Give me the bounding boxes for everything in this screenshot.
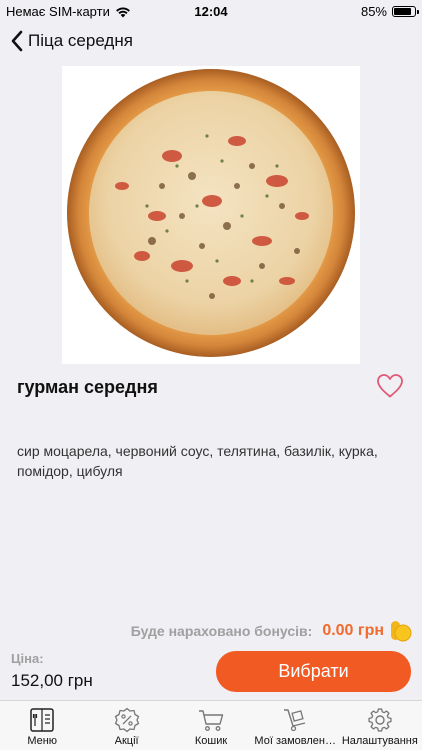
tab-promotions-label: Акції: [114, 735, 139, 747]
tab-orders-label: Мої замовлення: [254, 735, 337, 747]
tab-orders[interactable]: Мої замовлення: [253, 701, 337, 750]
cart-icon: [199, 710, 224, 731]
back-title: Піца середня: [28, 31, 133, 50]
bonus-row: Буде нараховано бонусів: 0.00 грн: [131, 620, 412, 642]
tab-cart-label: Кошик: [194, 735, 228, 747]
heart-icon: [377, 374, 403, 398]
product-title: гурман середня: [17, 377, 158, 397]
battery-fill: [394, 8, 411, 15]
battery-cap: [417, 10, 419, 14]
tab-menu[interactable]: Меню: [0, 701, 84, 750]
bonus-value: 0.00 грн: [322, 622, 384, 639]
navigation-bar: Піца середня: [0, 26, 422, 60]
tab-promotions[interactable]: Акції: [84, 701, 168, 750]
clock: 12:04: [194, 4, 228, 19]
status-right: 85%: [360, 4, 419, 19]
pizza-image: [67, 69, 355, 357]
tab-settings[interactable]: Налаштування: [338, 701, 422, 750]
select-button[interactable]: Вибрати: [216, 651, 411, 692]
hand-truck-icon: [284, 709, 306, 732]
tab-cart[interactable]: Кошик: [169, 701, 253, 750]
tab-menu-label: Меню: [27, 735, 58, 747]
gear-icon: [368, 708, 392, 732]
price-label: Ціна:: [11, 651, 44, 666]
price-block: Ціна: 152,00 грн: [11, 651, 93, 691]
product-image: [62, 66, 360, 364]
tab-bar: Меню Акції Кошик Мої замовлення Налаштув…: [0, 700, 422, 750]
status-bar: Немає SIM-карти 12:04 85%: [0, 0, 422, 22]
tab-settings-label: Налаштування: [341, 735, 418, 747]
battery-icon: [392, 6, 419, 17]
discount-badge-icon: [114, 707, 139, 733]
product-description: сир моцарела, червоний соус, телятина, б…: [17, 443, 378, 479]
favorite-button[interactable]: [376, 373, 404, 399]
back-button[interactable]: Піца середня: [10, 30, 133, 52]
menu-book-icon: [30, 708, 54, 732]
chevron-left-icon: [11, 30, 23, 52]
price-value: 152,00 грн: [11, 671, 93, 690]
bonus-label: Буде нараховано бонусів:: [130, 623, 313, 639]
coins-icon: [391, 621, 412, 642]
battery-percent: 85%: [360, 4, 387, 19]
